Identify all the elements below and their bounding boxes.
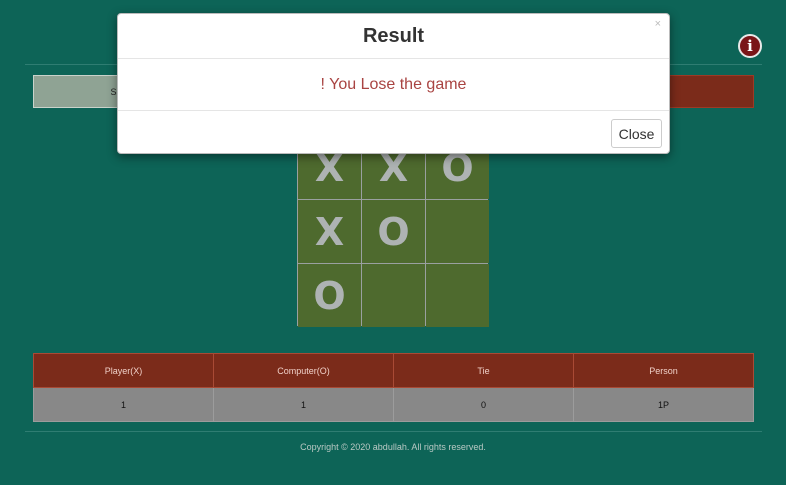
modal-footer: Close [118, 111, 669, 155]
modal-title: Result [362, 25, 425, 47]
close-icon[interactable]: × [655, 18, 661, 30]
result-message: ! You Lose the game [118, 59, 669, 111]
result-modal: Result × ! You Lose the game Close [117, 13, 670, 154]
close-button[interactable]: Close [611, 119, 662, 148]
modal-header: Result × [118, 14, 669, 59]
